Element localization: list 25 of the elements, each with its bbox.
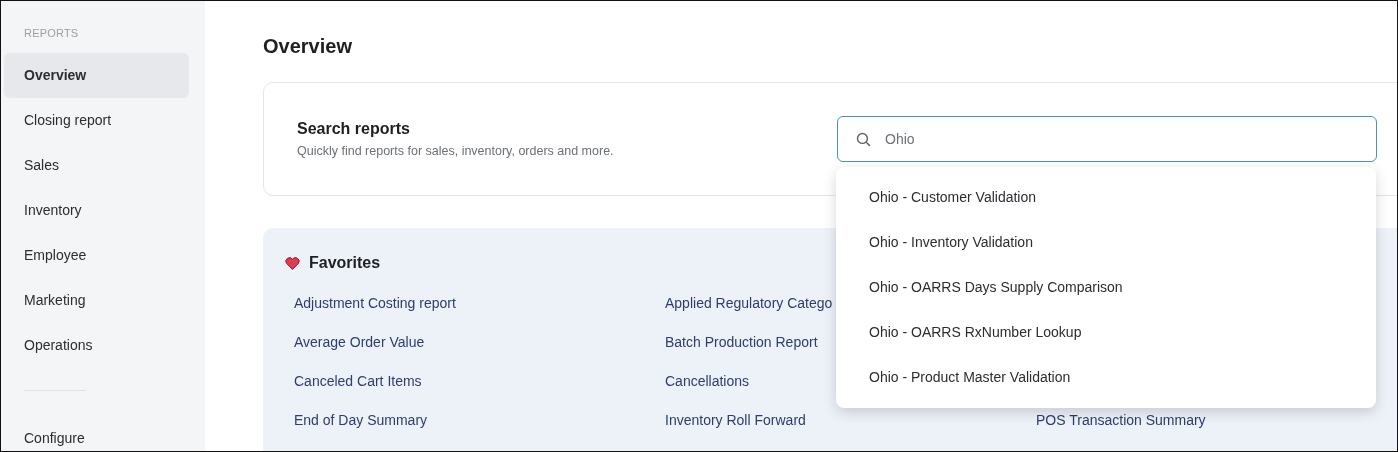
suggestion-item[interactable]: Ohio - OARRS RxNumber Lookup [836,310,1376,355]
search-icon [855,131,872,148]
report-link[interactable]: Canceled Cart Items [294,362,665,401]
sidebar-item[interactable]: Employee [4,233,189,278]
sidebar-item[interactable]: Sales [4,143,189,188]
sidebar-item[interactable]: Inventory [4,188,189,233]
section-label: REPORTS [23,27,80,39]
suggestion-item[interactable]: Ohio - Inventory Validation [836,220,1376,265]
sidebar-item[interactable]: Overview [4,53,189,98]
page-title: Overview [263,35,353,58]
report-link[interactable]: Adjustment Costing report [294,284,665,323]
card-subtitle: Quickly find reports for sales, inventory, orders and more. [297,144,615,158]
heart-icon [285,256,300,270]
card-title: Search reports [297,120,411,138]
suggestion-item[interactable]: Ohio - OARRS Days Supply Comparison [836,265,1376,310]
sidebar-item[interactable]: Configure [4,416,189,451]
report-link[interactable]: Average Order Value [294,323,665,362]
report-link[interactable]: End of Day Summary [294,401,665,440]
suggestion-item[interactable]: Ohio - Customer Validation [836,175,1376,220]
search-field[interactable]: Ohio [837,116,1377,162]
favorites-title: Favorites [309,254,381,272]
sidebar-item[interactable]: Closing report [4,98,189,143]
sidebar-item[interactable]: Marketing [4,278,189,323]
sidebar-item[interactable]: Operations [4,323,189,368]
suggestion-item[interactable]: Ohio - Product Master Validation [836,355,1376,400]
